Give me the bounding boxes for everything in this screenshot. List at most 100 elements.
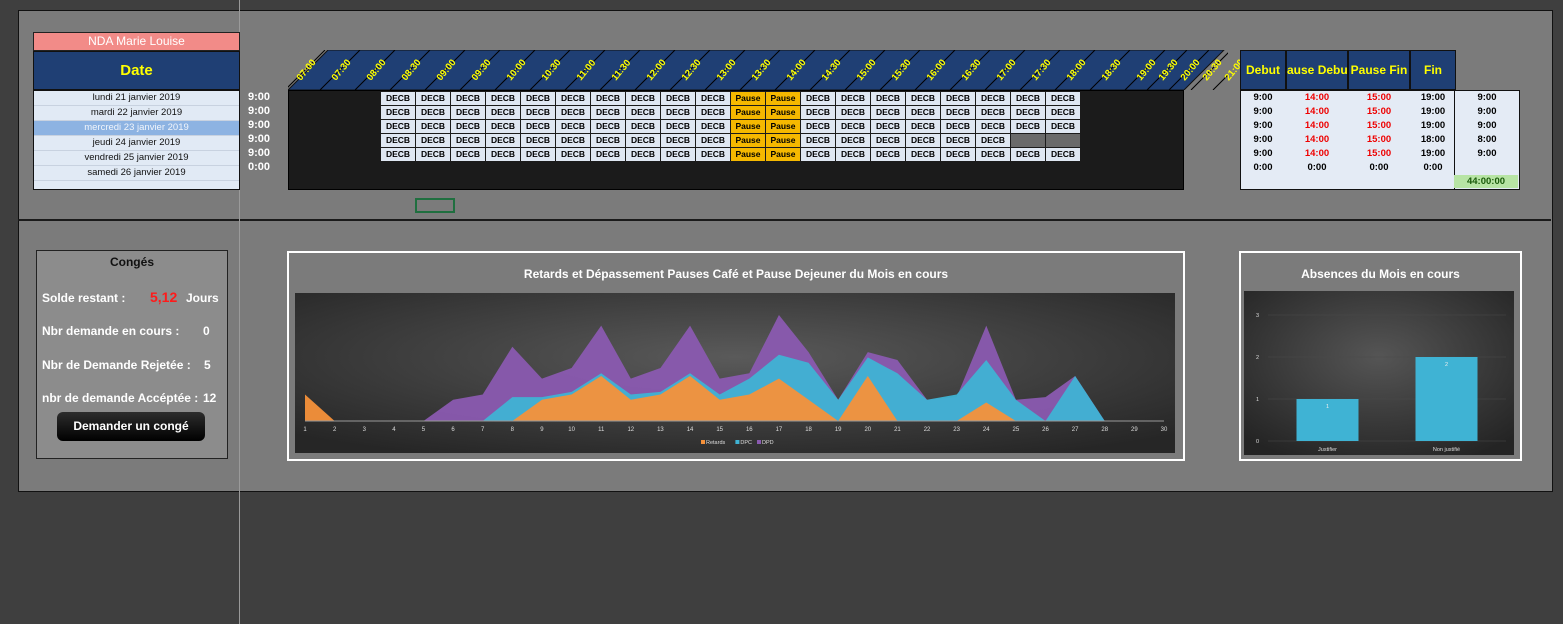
schedule-cell-work[interactable]: DECB [906, 134, 940, 147]
date-row[interactable]: mardi 22 janvier 2019 [34, 106, 239, 121]
schedule-cell-work[interactable]: DECB [451, 134, 485, 147]
schedule-cell-work[interactable]: DECB [836, 148, 870, 161]
schedule-cell-work[interactable]: DECB [486, 148, 520, 161]
schedule-cell-work[interactable]: DECB [556, 92, 590, 105]
schedule-cell-work[interactable]: DECB [696, 106, 730, 119]
hours-cell[interactable]: 9:00 [1455, 119, 1519, 133]
schedule-cell-work[interactable]: DECB [416, 106, 450, 119]
schedule-cell-work[interactable]: DECB [381, 148, 415, 161]
schedule-cell-work[interactable]: DECB [486, 92, 520, 105]
schedule-cell-work[interactable]: DECB [591, 134, 625, 147]
schedule-cell-work[interactable]: DECB [1011, 120, 1045, 133]
schedule-cell-work[interactable]: DECB [626, 92, 660, 105]
schedule-cell-work[interactable]: DECB [381, 134, 415, 147]
schedule-cell-work[interactable]: DECB [906, 106, 940, 119]
schedule-cell-pause[interactable]: Pause [766, 120, 800, 133]
schedule-cell-work[interactable]: DECB [1046, 148, 1080, 161]
schedule-cell-work[interactable]: DECB [801, 134, 835, 147]
selected-cell[interactable] [415, 198, 455, 213]
schedule-cell-pause[interactable]: Pause [766, 92, 800, 105]
schedule-cell-work[interactable]: DECB [626, 134, 660, 147]
summary-cell[interactable]: 0:00 [1349, 161, 1409, 175]
schedule-cell-empty[interactable] [1011, 134, 1045, 147]
schedule-cell-work[interactable]: DECB [556, 148, 590, 161]
summary-cell[interactable]: 14:00 [1287, 91, 1347, 105]
schedule-cell-work[interactable]: DECB [801, 120, 835, 133]
schedule-cell-work[interactable]: DECB [556, 106, 590, 119]
schedule-cell-work[interactable]: DECB [871, 148, 905, 161]
schedule-cell-work[interactable]: DECB [1046, 106, 1080, 119]
summary-cell[interactable]: 15:00 [1349, 91, 1409, 105]
schedule-cell-work[interactable]: DECB [381, 120, 415, 133]
summary-cell[interactable]: 19:00 [1411, 119, 1455, 133]
schedule-cell-work[interactable]: DECB [976, 120, 1010, 133]
date-row[interactable]: jeudi 24 janvier 2019 [34, 136, 239, 151]
schedule-cell-work[interactable]: DECB [591, 92, 625, 105]
schedule-cell-pause[interactable]: Pause [731, 120, 765, 133]
summary-cell[interactable]: 15:00 [1349, 133, 1409, 147]
schedule-cell-work[interactable]: DECB [696, 134, 730, 147]
schedule-cell-work[interactable]: DECB [871, 134, 905, 147]
schedule-cell-work[interactable]: DECB [941, 106, 975, 119]
summary-cell[interactable]: 9:00 [1241, 105, 1285, 119]
summary-cell[interactable]: 9:00 [1241, 91, 1285, 105]
schedule-cell-work[interactable]: DECB [416, 134, 450, 147]
schedule-cell-pause[interactable]: Pause [731, 148, 765, 161]
schedule-cell-work[interactable]: DECB [451, 92, 485, 105]
schedule-cell-work[interactable]: DECB [451, 106, 485, 119]
hours-cell[interactable]: 8:00 [1455, 133, 1519, 147]
schedule-cell-pause[interactable]: Pause [766, 134, 800, 147]
schedule-cell-pause[interactable]: Pause [731, 92, 765, 105]
schedule-cell-work[interactable]: DECB [626, 148, 660, 161]
schedule-cell-work[interactable]: DECB [486, 134, 520, 147]
schedule-cell-work[interactable]: DECB [521, 106, 555, 119]
schedule-cell-work[interactable]: DECB [661, 120, 695, 133]
summary-cell[interactable]: 14:00 [1287, 105, 1347, 119]
summary-cell[interactable]: 15:00 [1349, 105, 1409, 119]
schedule-cell-work[interactable]: DECB [626, 106, 660, 119]
summary-cell[interactable]: 19:00 [1411, 91, 1455, 105]
schedule-cell-work[interactable]: DECB [381, 106, 415, 119]
schedule-cell-work[interactable]: DECB [801, 92, 835, 105]
schedule-cell-work[interactable]: DECB [591, 148, 625, 161]
summary-cell[interactable]: 9:00 [1241, 119, 1285, 133]
summary-cell[interactable]: 18:00 [1411, 133, 1455, 147]
schedule-cell-work[interactable]: DECB [871, 106, 905, 119]
schedule-cell-work[interactable]: DECB [416, 92, 450, 105]
schedule-cell-work[interactable]: DECB [836, 134, 870, 147]
demander-conge-button[interactable]: Demander un congé [57, 412, 205, 441]
schedule-cell-work[interactable]: DECB [941, 148, 975, 161]
schedule-cell-work[interactable]: DECB [941, 92, 975, 105]
schedule-cell-work[interactable]: DECB [836, 92, 870, 105]
schedule-cell-work[interactable]: DECB [836, 120, 870, 133]
date-row[interactable]: samedi 26 janvier 2019 [34, 166, 239, 181]
schedule-cell-work[interactable]: DECB [801, 106, 835, 119]
schedule-cell-work[interactable]: DECB [976, 106, 1010, 119]
schedule-cell-work[interactable]: DECB [906, 92, 940, 105]
hours-cell[interactable]: 9:00 [1455, 147, 1519, 161]
schedule-cell-work[interactable]: DECB [801, 148, 835, 161]
summary-cell[interactable]: 0:00 [1241, 161, 1285, 175]
retards-chart[interactable]: Retards et Dépassement Pauses Café et Pa… [287, 251, 1185, 461]
hours-cell[interactable]: 9:00 [1455, 105, 1519, 119]
schedule-cell-work[interactable]: DECB [521, 92, 555, 105]
schedule-cell-work[interactable]: DECB [976, 92, 1010, 105]
schedule-cell-work[interactable]: DECB [591, 120, 625, 133]
schedule-cell-work[interactable]: DECB [416, 148, 450, 161]
schedule-cell-work[interactable]: DECB [976, 134, 1010, 147]
schedule-cell-work[interactable]: DECB [556, 134, 590, 147]
schedule-cell-work[interactable]: DECB [521, 134, 555, 147]
schedule-cell-work[interactable]: DECB [871, 92, 905, 105]
schedule-cell-work[interactable]: DECB [906, 120, 940, 133]
schedule-cell-work[interactable]: DECB [591, 106, 625, 119]
bar[interactable] [1415, 357, 1478, 441]
schedule-cell-work[interactable]: DECB [451, 148, 485, 161]
schedule-cell-pause[interactable]: Pause [731, 134, 765, 147]
schedule-cell-work[interactable]: DECB [486, 120, 520, 133]
schedule-cell-work[interactable]: DECB [416, 120, 450, 133]
date-row[interactable]: vendredi 25 janvier 2019 [34, 151, 239, 166]
schedule-cell-work[interactable]: DECB [1011, 148, 1045, 161]
date-row[interactable]: lundi 21 janvier 2019 [34, 91, 239, 106]
schedule-cell-work[interactable]: DECB [976, 148, 1010, 161]
summary-cell[interactable]: 0:00 [1411, 161, 1455, 175]
